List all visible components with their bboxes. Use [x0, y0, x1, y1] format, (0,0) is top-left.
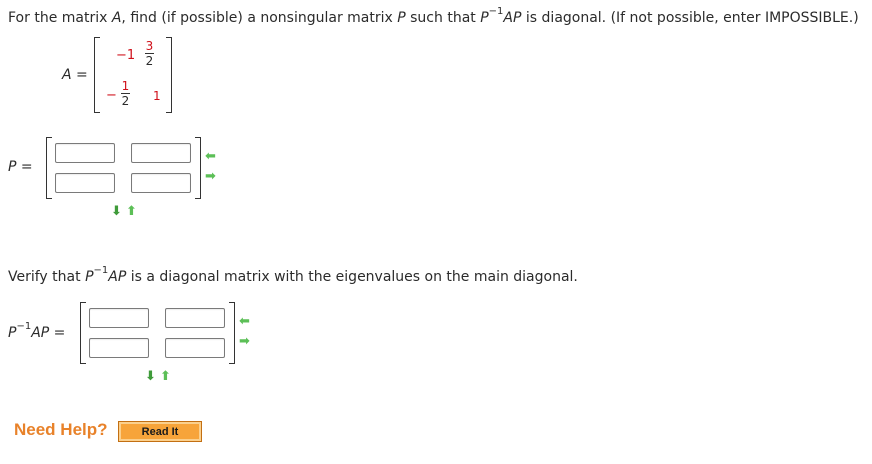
need-help-label: Need Help?: [14, 420, 108, 439]
read-it-button[interactable]: Read It: [118, 421, 202, 442]
remove-column-arrow-icon[interactable]: ⬅: [239, 315, 250, 328]
matrix-a-r2c2: 1: [153, 89, 161, 103]
matrix-a-r2c1: 12: [121, 79, 130, 108]
add-row-arrow-icon[interactable]: ⬇: [111, 205, 122, 218]
matrix-a-r2c1-sign: −: [106, 88, 117, 103]
matrix-a-label: A =: [62, 67, 88, 83]
matrix-pap-label: P−1AP =: [8, 321, 66, 341]
remove-row-arrow-icon[interactable]: ⬆: [160, 370, 171, 383]
matrix-a-r1c1: −1: [116, 48, 136, 63]
p-r2c1-input[interactable]: [55, 173, 115, 193]
add-column-arrow-icon[interactable]: ➡: [239, 335, 250, 348]
matrix-p-label: P =: [8, 159, 33, 175]
pap-r2c2-input[interactable]: [165, 338, 225, 358]
remove-row-arrow-icon[interactable]: ⬆: [126, 205, 137, 218]
p-r2c2-input[interactable]: [131, 173, 191, 193]
pap-r1c2-input[interactable]: [165, 308, 225, 328]
remove-column-arrow-icon[interactable]: ⬅: [205, 150, 216, 163]
p-r1c1-input[interactable]: [55, 143, 115, 163]
question-text: For the matrix A, find (if possible) a n…: [8, 6, 859, 26]
pap-r1c1-input[interactable]: [89, 308, 149, 328]
matrix-a-r1c2: 32: [145, 39, 154, 68]
p-r1c2-input[interactable]: [131, 143, 191, 163]
add-column-arrow-icon[interactable]: ➡: [205, 170, 216, 183]
pap-r2c1-input[interactable]: [89, 338, 149, 358]
verify-text: Verify that P−1AP is a diagonal matrix w…: [8, 265, 578, 285]
add-row-arrow-icon[interactable]: ⬇: [145, 370, 156, 383]
